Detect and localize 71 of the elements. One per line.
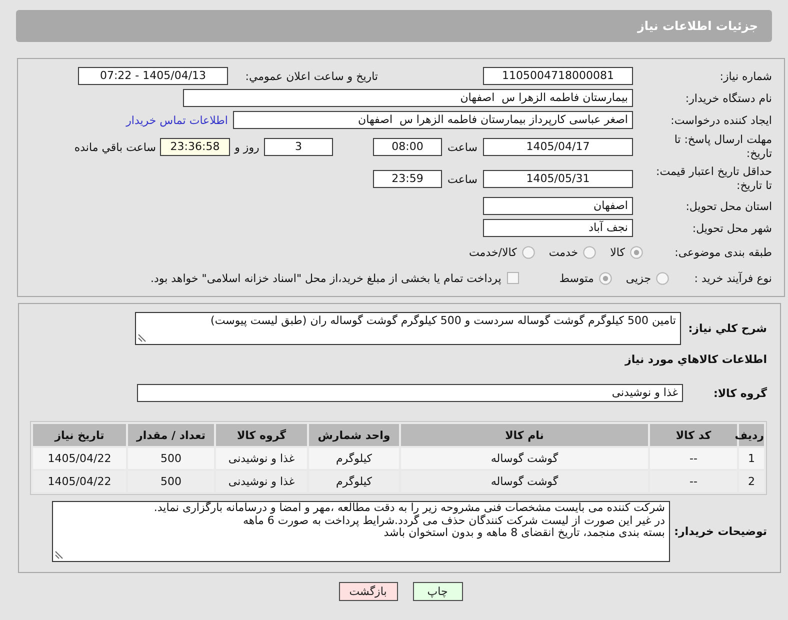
goods-group-field[interactable]: غذا و نوشیدنی (137, 384, 683, 402)
province-field[interactable]: اصفهان (483, 197, 633, 215)
radio-button[interactable] (630, 246, 643, 258)
field-label: ساعت باقي مانده (74, 140, 157, 154)
field-label: طبقه بندی موضوعی: (674, 246, 773, 258)
column-header: تعداد / مقدار (128, 424, 214, 446)
column-header: تاریخ نیاز (33, 424, 126, 446)
option-label: جزیی (626, 272, 651, 284)
page-title: جزئیات اطلاعات نیاز (637, 19, 758, 33)
time-field[interactable]: 08:00 (373, 138, 442, 156)
resize-grip-icon[interactable] (55, 551, 63, 559)
requester-field[interactable]: اصغر عباسی کارپرداز بیمارستان فاطمه الزهرا س اصفهان (233, 111, 633, 129)
back-button[interactable]: بازگشت (338, 582, 398, 601)
field-label: گروه کالا: (712, 386, 768, 400)
need-number-field[interactable]: 1105004718000081 (483, 67, 633, 85)
time-field[interactable]: 23:59 (373, 170, 442, 188)
table-cell: گوشت گوساله (401, 448, 648, 469)
resize-grip-icon[interactable] (138, 334, 146, 342)
table-cell: 1405/04/22 (33, 471, 126, 492)
buyer-org-field[interactable]: بیمارستان فاطمه الزهرا س اصفهان (183, 89, 633, 107)
table-cell: -- (650, 448, 737, 469)
field-label: ساعت (446, 172, 478, 186)
table-cell: 500 (128, 448, 214, 469)
field-label: شماره نیاز: (718, 70, 773, 82)
radio-button[interactable] (522, 246, 535, 258)
table-cell: گوشت گوساله (401, 471, 648, 492)
announce-date-field[interactable]: 1405/04/13 - 07:22 (78, 67, 228, 85)
table-cell: کیلوگرم (309, 471, 399, 492)
option-label: پرداخت تمام یا بخشی از مبلغ خرید،از محل "اسناد خزانه اسلامی" خواهد بود. (150, 272, 502, 284)
buyer-contact-link[interactable]: اطلاعات تماس خریدار (126, 114, 228, 126)
field-label: نوع فرآیند خرید : (693, 272, 773, 284)
option-label: کالا/خدمت (469, 246, 517, 258)
column-header: گروه کالا (216, 424, 307, 446)
print-button[interactable]: چاپ (412, 582, 462, 601)
column-header: واحد شمارش (309, 424, 399, 446)
days-field[interactable]: 3 (264, 138, 333, 156)
radio-button[interactable] (583, 246, 596, 258)
table-cell: 1405/04/22 (33, 448, 126, 469)
table-cell: -- (650, 471, 737, 492)
table-cell: کیلوگرم (309, 448, 399, 469)
field-label: شرح کلي نیاز: (687, 322, 768, 335)
table-cell: 2 (739, 471, 764, 492)
option-label: متوسط (559, 272, 594, 284)
option-label: خدمت (548, 246, 578, 258)
field-label: شهر محل تحویل: (691, 222, 773, 234)
option-label: کالا (610, 246, 625, 258)
radio-button[interactable] (656, 272, 669, 284)
field-label: حداقل تاریخ اعتبار قیمت: تا تاریخ: (655, 165, 773, 193)
date-field[interactable]: 1405/04/17 (483, 138, 633, 156)
column-header: کد کالا (650, 424, 737, 446)
field-label: مهلت ارسال پاسخ: تا تاریخ: (673, 133, 773, 161)
field-label: ساعت (446, 140, 478, 154)
table-cell: 1 (739, 448, 764, 469)
radio-button[interactable] (598, 272, 612, 284)
section-title: اطلاعات کالاهاي مورد نیاز (624, 353, 768, 367)
table-cell: غذا و نوشیدنی (216, 471, 307, 492)
date-field[interactable]: 1405/05/31 (483, 170, 633, 188)
field-label: ایجاد کننده درخواست: (670, 114, 773, 126)
field-label: توضیحات خریدار: (673, 525, 768, 538)
field-label: تاریخ و ساعت اعلان عمومي: (244, 70, 378, 82)
table-cell: 500 (128, 471, 214, 492)
field-label: روز و (233, 140, 260, 154)
description-field[interactable]: تامین 500 کیلوگرم گوشت گوساله سردست و 500 کیلوگرم گوشت گوساله ران (طبق لیست پیوست) (135, 312, 681, 345)
column-header: نام کالا (401, 424, 648, 446)
checkbox[interactable] (507, 272, 520, 284)
table-cell: غذا و نوشیدنی (216, 448, 307, 469)
remaining-time-field[interactable]: 23:36:58 (160, 138, 230, 156)
field-label: استان محل تحویل: (684, 200, 773, 212)
buyer-notes-field[interactable]: شرکت کننده می بایست مشخصات فنی مشروحه زیر را به دقت مطالعه ،مهر و امضا و درسامانه بارگزاری نماید. در غیر این صورت از لیست شرکت کنندگان حذف می گردد.شرایط پرداخت به صورت 6 ماهه بسته بندی منجمد، تاریخ انقضای 8 ماهه و بدون استخوان باشد (52, 501, 670, 562)
field-label: نام دستگاه خریدار: (684, 92, 773, 104)
city-field[interactable]: نجف آباد (483, 219, 633, 237)
